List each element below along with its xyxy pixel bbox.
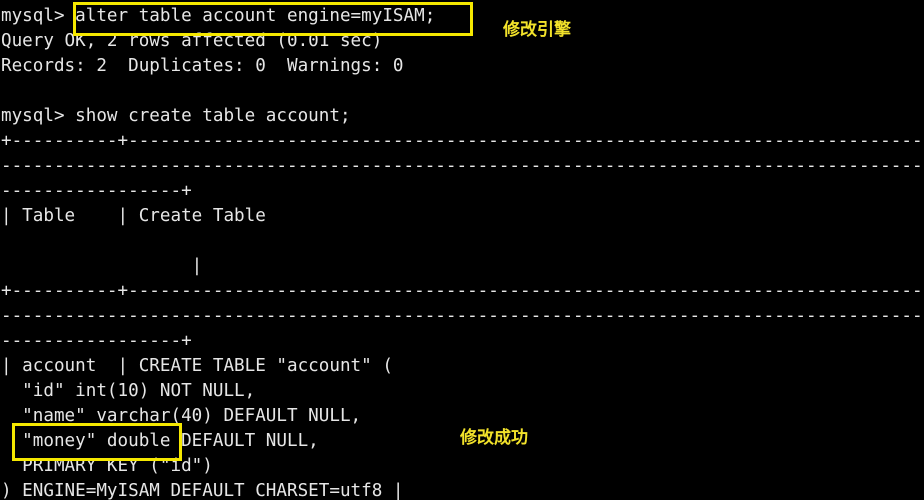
terminal-line: mysql> show create table account;	[1, 106, 351, 126]
terminal-line: Records: 2 Duplicates: 0 Warnings: 0	[1, 56, 404, 76]
terminal-line: "id" int(10) NOT NULL,	[1, 381, 256, 401]
terminal-line: PRIMARY KEY ("id")	[1, 456, 213, 476]
terminal-line: ) ENGINE=MyISAM DEFAULT CHARSET=utf8 |	[1, 481, 404, 500]
terminal-line: +----------+----------------------------…	[1, 131, 924, 151]
terminal-line: Query OK, 2 rows affected (0.01 sec)	[1, 31, 383, 51]
terminal-window[interactable]: mysql> alter table account engine=myISAM…	[0, 0, 924, 500]
terminal-line: +----------+----------------------------…	[1, 281, 924, 301]
terminal-line: | Table | Create Table	[1, 206, 266, 226]
terminal-line: | account | CREATE TABLE "account" (	[1, 356, 393, 376]
terminal-line: |	[1, 256, 203, 276]
terminal-line: ----------------------------------------…	[1, 156, 924, 176]
annotation-modify-success: 修改成功	[460, 428, 528, 448]
annotation-modify-engine: 修改引擎	[503, 20, 571, 40]
terminal-line: ----------------------------------------…	[1, 306, 924, 326]
terminal-line: -----------------+	[1, 331, 192, 351]
terminal-line: -----------------+	[1, 181, 192, 201]
terminal-line: mysql> alter table account engine=myISAM…	[1, 6, 436, 26]
